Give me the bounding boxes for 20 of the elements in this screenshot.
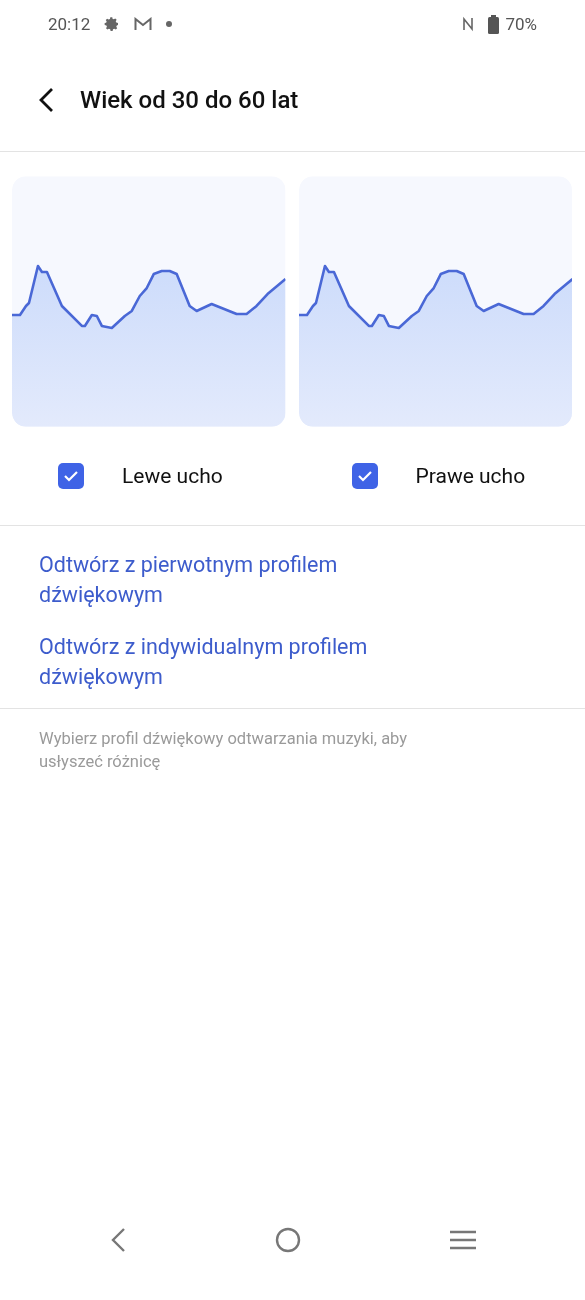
page-title: Wiek od 30 do 60 lat: [80, 85, 299, 114]
check-icon: [63, 470, 79, 482]
battery-icon: [488, 14, 500, 34]
play-profile-link[interactable]: Odtwórz z pierwotnym profilem dźwiękowym: [39, 550, 409, 610]
checkbox[interactable]: [351, 463, 378, 489]
checkbox-label: Lewe ucho: [122, 464, 223, 488]
checkbox[interactable]: [58, 463, 84, 489]
check-icon: [356, 470, 373, 482]
clock: 20:12: [48, 14, 91, 34]
battery-percent: 70%: [505, 14, 537, 34]
nfc-icon: [462, 16, 475, 32]
menu-icon[interactable]: [449, 1229, 477, 1251]
home-icon[interactable]: [274, 1227, 301, 1253]
play-profile-link[interactable]: Odtwórz z indywidualnym profilem dźwiękowym: [39, 632, 409, 692]
checkbox-label: Prawe ucho: [415, 464, 526, 488]
dot-icon: [166, 21, 173, 27]
back-icon[interactable]: [38, 86, 54, 113]
mail-icon: [134, 17, 153, 31]
hint-text: Wybierz profil dźwiękowy odtwarzania muzyki, aby usłyszeć różnicę: [38, 728, 409, 773]
settings-icon: [104, 16, 121, 32]
